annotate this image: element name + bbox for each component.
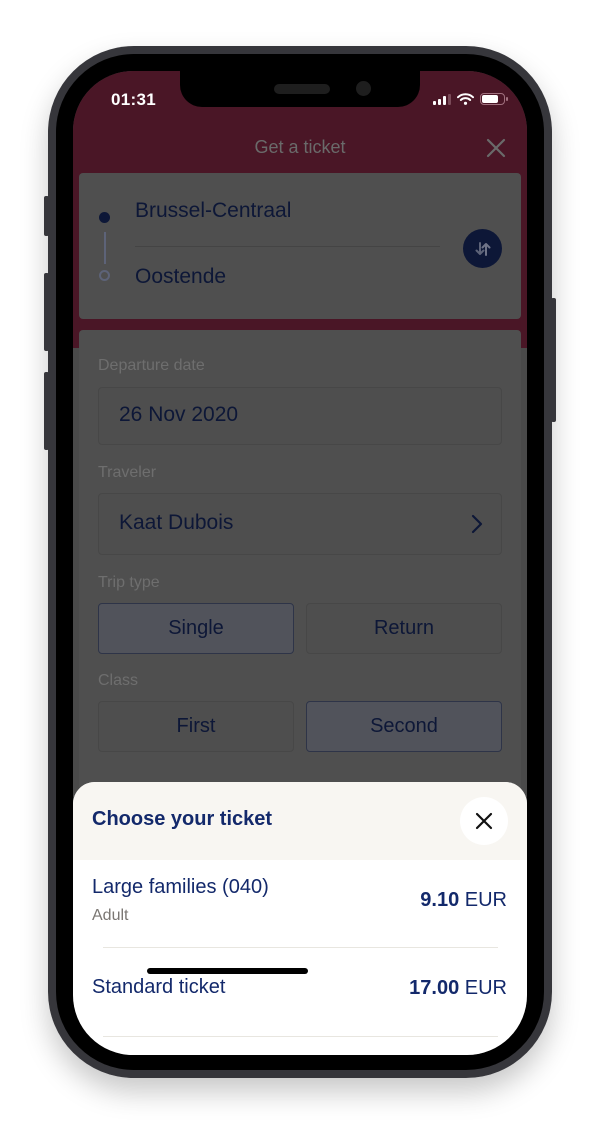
swap-stations-button[interactable] — [463, 229, 502, 268]
traveler-field[interactable]: Kaat Dubois — [98, 493, 502, 555]
class-second-button[interactable]: Second — [306, 701, 502, 752]
screen: 01:31 Get a ticket Brussel-Centraal Oost… — [73, 71, 527, 1055]
side-button-power — [551, 298, 556, 422]
sheet-close-button[interactable] — [460, 797, 508, 845]
ticket-name: Large families (040) — [92, 876, 269, 898]
ticket-price-amount: 17.00 — [409, 977, 460, 999]
trip-type-return-button[interactable]: Return — [306, 603, 502, 654]
cellular-signal-icon — [433, 93, 451, 105]
departure-date-label: Departure date — [98, 357, 205, 374]
ticket-name: Standard ticket — [92, 976, 226, 998]
side-button-volume-down — [44, 372, 49, 450]
origin-station[interactable]: Brussel-Centraal — [135, 199, 291, 223]
swap-arrows-icon — [475, 241, 490, 256]
departure-date-value: 26 Nov 2020 — [119, 403, 239, 426]
wifi-icon — [457, 93, 474, 105]
ticket-price-currency: EUR — [464, 889, 507, 911]
departure-date-field[interactable]: 26 Nov 2020 — [98, 387, 502, 445]
class-first-button[interactable]: First — [98, 701, 294, 752]
close-icon[interactable] — [485, 137, 507, 159]
sheet-title: Choose your ticket — [92, 808, 273, 830]
ticket-subtitle: Adult — [92, 907, 129, 924]
speaker — [274, 84, 330, 94]
sheet-header: Choose your ticket — [73, 782, 527, 860]
home-indicator[interactable] — [147, 968, 308, 974]
route-divider — [135, 246, 440, 247]
page-title: Get a ticket — [254, 137, 346, 157]
trip-type-label: Trip type — [98, 574, 160, 591]
status-icons — [433, 93, 508, 105]
destination-dot-icon — [99, 270, 110, 281]
ticket-option-standard[interactable]: Standard ticket 17.00 EUR — [73, 948, 527, 1036]
chevron-right-icon — [471, 514, 483, 534]
class-label: Class — [98, 672, 139, 689]
trip-type-single-button[interactable]: Single — [98, 603, 294, 654]
traveler-label: Traveler — [98, 464, 157, 481]
ticket-price-amount: 9.10 — [420, 889, 460, 911]
notch — [180, 71, 420, 107]
battery-icon — [480, 93, 508, 105]
ticket-price-currency: EUR — [464, 977, 507, 999]
ticket-divider — [103, 1036, 498, 1037]
origin-dot-icon — [99, 212, 110, 223]
side-button-volume-up — [44, 273, 49, 351]
destination-station[interactable]: Oostende — [135, 265, 226, 289]
close-icon — [475, 812, 493, 830]
traveler-value: Kaat Dubois — [119, 511, 234, 534]
side-button-silent — [44, 196, 49, 236]
ticket-option-large-families[interactable]: Large families (040) Adult 9.10 EUR — [73, 860, 527, 948]
ticket-price: 17.00 EUR — [409, 977, 507, 1000]
front-camera — [356, 81, 371, 96]
route-line — [103, 232, 106, 264]
ticket-price: 9.10 EUR — [420, 889, 507, 912]
route-card: Brussel-Centraal Oostende — [79, 173, 521, 319]
status-time: 01:31 — [111, 90, 156, 109]
choose-ticket-sheet: Choose your ticket Large families (040) … — [73, 782, 527, 1055]
